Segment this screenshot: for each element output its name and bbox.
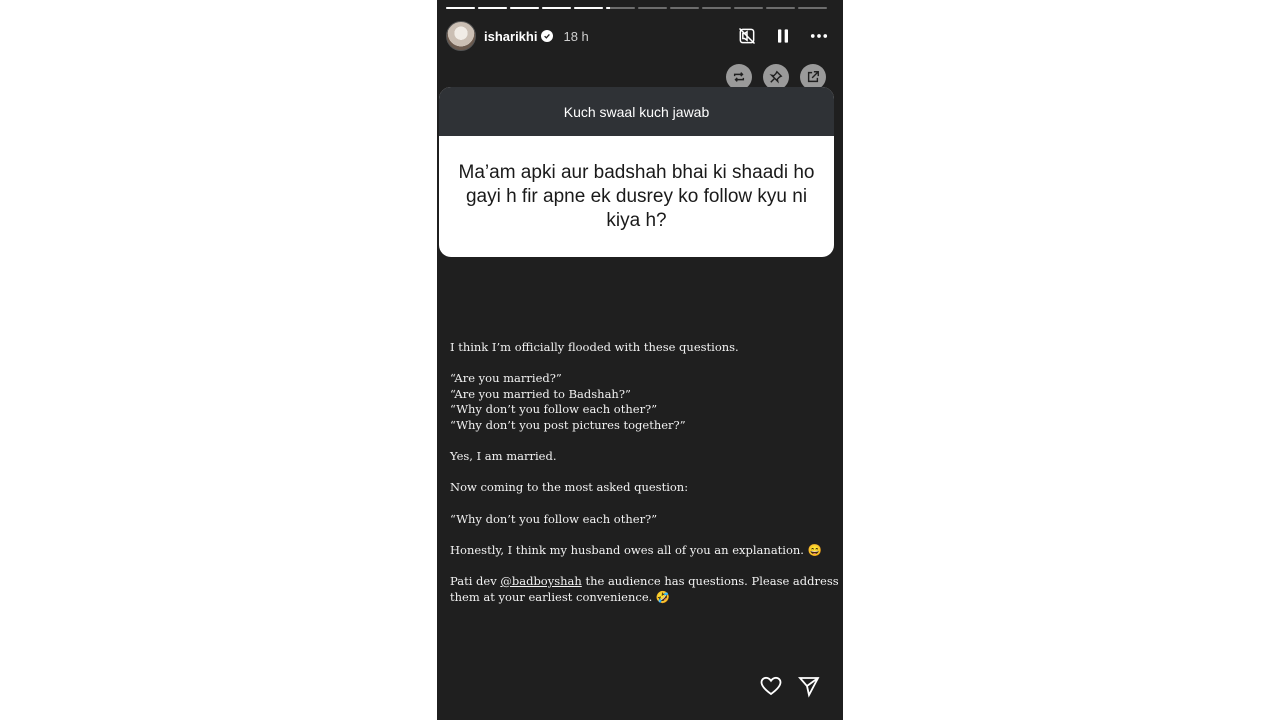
caption-line: “Why don’t you post pictures together?”	[450, 417, 686, 432]
caption-line: Now coming to the most asked question:	[450, 480, 689, 495]
caption-line: “Why don’t you follow each other?”	[450, 402, 658, 417]
mention-link[interactable]: @badboyshah	[500, 574, 581, 588]
more-icon[interactable]	[808, 25, 830, 47]
progress-segment	[670, 7, 699, 9]
progress-segment-fill	[478, 7, 507, 9]
caption-line: Honestly, I think my husband owes all of…	[450, 542, 822, 557]
question-sticker: Kuch swaal kuch jawab Ma’am apki aur bad…	[439, 87, 834, 257]
progress-segment	[766, 7, 795, 9]
progress-segment	[702, 7, 731, 9]
heart-icon[interactable]	[759, 674, 785, 700]
caption-question-list: “Are you married?” “Are you married to B…	[450, 371, 840, 433]
mute-icon[interactable]	[736, 25, 758, 47]
progress-segment	[798, 7, 827, 9]
progress-segment	[606, 7, 635, 9]
progress-segment	[510, 7, 539, 9]
send-icon[interactable]	[797, 674, 823, 700]
verified-badge-icon	[541, 30, 554, 42]
caption-line: “Why don’t you follow each other?”	[450, 511, 658, 526]
story-footer	[437, 674, 843, 702]
pause-icon[interactable]	[772, 25, 794, 47]
progress-segment-fill	[510, 7, 539, 9]
question-sticker-title: Kuch swaal kuch jawab	[439, 87, 834, 136]
question-text: Ma’am apki aur badshah bhai ki shaadi ho…	[458, 161, 815, 231]
progress-segment	[638, 7, 667, 9]
progress-segment	[574, 7, 603, 9]
progress-segment	[734, 7, 763, 9]
username[interactable]: isharikhi	[484, 29, 537, 44]
progress-segment-fill	[542, 7, 571, 9]
post-time: 18 h	[563, 28, 589, 44]
caption-text: Pati dev	[450, 573, 501, 588]
progress-segment-fill	[446, 7, 475, 9]
caption-line: I think I’m officially flooded with thes…	[450, 340, 739, 354]
story-header: isharikhi 18 h	[446, 20, 834, 52]
caption-line: “Are you married?”	[450, 371, 562, 386]
progress-segment	[478, 7, 507, 9]
story-viewer: isharikhi 18 h Kuch swaal kuch jawab Ma’…	[437, 0, 843, 720]
progress-segment-fill	[574, 7, 603, 9]
caption-line: Pati dev @badboyshah the audience has qu…	[450, 574, 840, 605]
avatar[interactable]	[446, 21, 476, 51]
story-caption: I think I’m officially flooded with thes…	[450, 340, 840, 621]
caption-line: “Are you married to Badshah?”	[450, 386, 631, 401]
caption-line: Yes, I am married.	[450, 449, 557, 464]
progress-segment-fill	[606, 7, 611, 9]
story-progress-bar	[446, 7, 827, 9]
progress-segment	[542, 7, 571, 9]
progress-segment	[446, 7, 475, 9]
